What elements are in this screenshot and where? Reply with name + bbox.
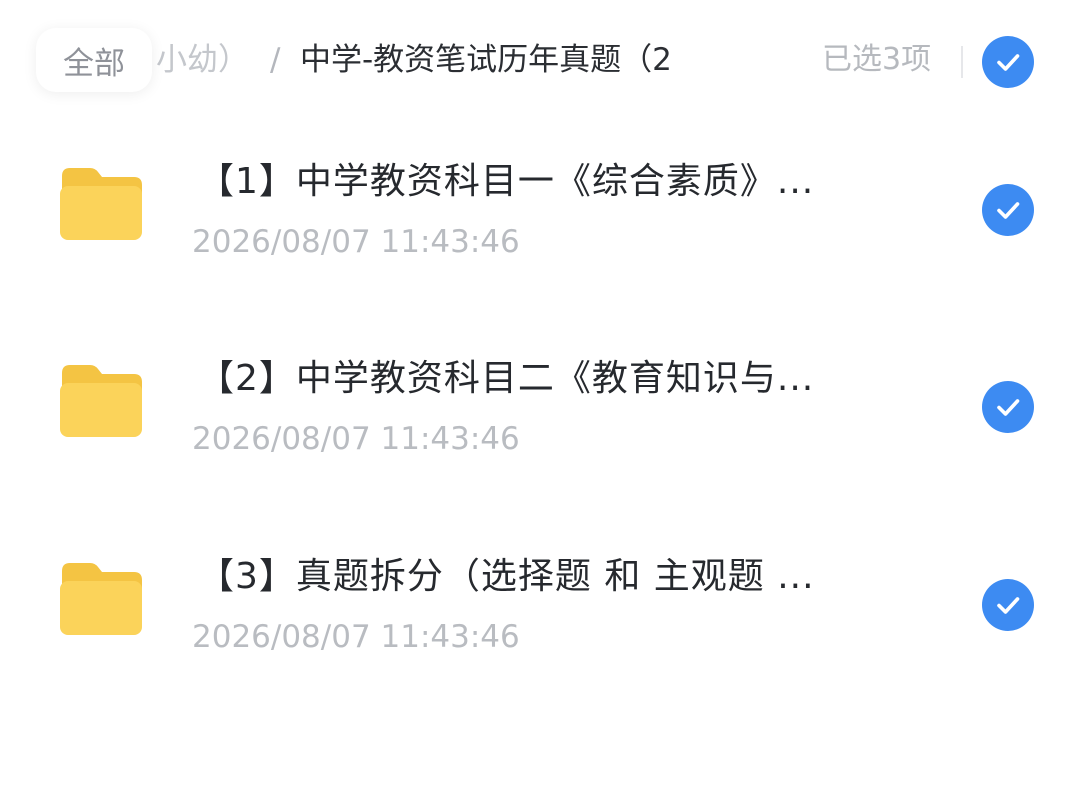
file-name: 【2】中学教资科目二《教育知识与...: [198, 358, 815, 399]
file-browser-page: 全部 小幼） / 中学-教资笔试历年真题（2 已选3项 【1】中学教资科目一《综…: [0, 0, 1080, 806]
folder-icon: [60, 168, 142, 240]
divider: [961, 46, 963, 78]
selected-count-label: 已选3项: [822, 42, 932, 77]
item-checkbox[interactable]: [982, 381, 1034, 433]
select-all-checkbox[interactable]: [982, 36, 1034, 88]
list-item[interactable]: 【1】中学教资科目一《综合素质》... 2026/08/07 11:43:46: [0, 140, 1080, 330]
list-item[interactable]: 【2】中学教资科目二《教育知识与... 2026/08/07 11:43:46: [0, 337, 1080, 527]
folder-icon: [60, 563, 142, 635]
checkmark-icon: [997, 399, 1020, 416]
breadcrumb: 全部 小幼） / 中学-教资笔试历年真题（2 已选3项: [0, 0, 1080, 120]
file-name: 【3】真题拆分（选择题 和 主观题 ...: [198, 556, 815, 597]
breadcrumb-previous-item[interactable]: 小幼）: [156, 40, 249, 80]
checkmark-icon: [997, 597, 1020, 614]
file-date: 2026/08/07 11:43:46: [192, 224, 520, 260]
item-checkbox[interactable]: [982, 184, 1034, 236]
list-item[interactable]: 【3】真题拆分（选择题 和 主观题 ... 2026/08/07 11:43:4…: [0, 535, 1080, 725]
item-checkbox[interactable]: [982, 579, 1034, 631]
file-date: 2026/08/07 11:43:46: [192, 421, 520, 457]
breadcrumb-all-button[interactable]: 全部: [36, 28, 152, 92]
breadcrumb-current-folder: 中学-教资笔试历年真题（2: [300, 42, 672, 78]
checkmark-icon: [997, 54, 1020, 71]
file-name: 【1】中学教资科目一《综合素质》...: [198, 161, 815, 202]
checkmark-icon: [997, 202, 1020, 219]
file-date: 2026/08/07 11:43:46: [192, 619, 520, 655]
breadcrumb-separator: /: [270, 42, 281, 78]
folder-icon: [60, 365, 142, 437]
